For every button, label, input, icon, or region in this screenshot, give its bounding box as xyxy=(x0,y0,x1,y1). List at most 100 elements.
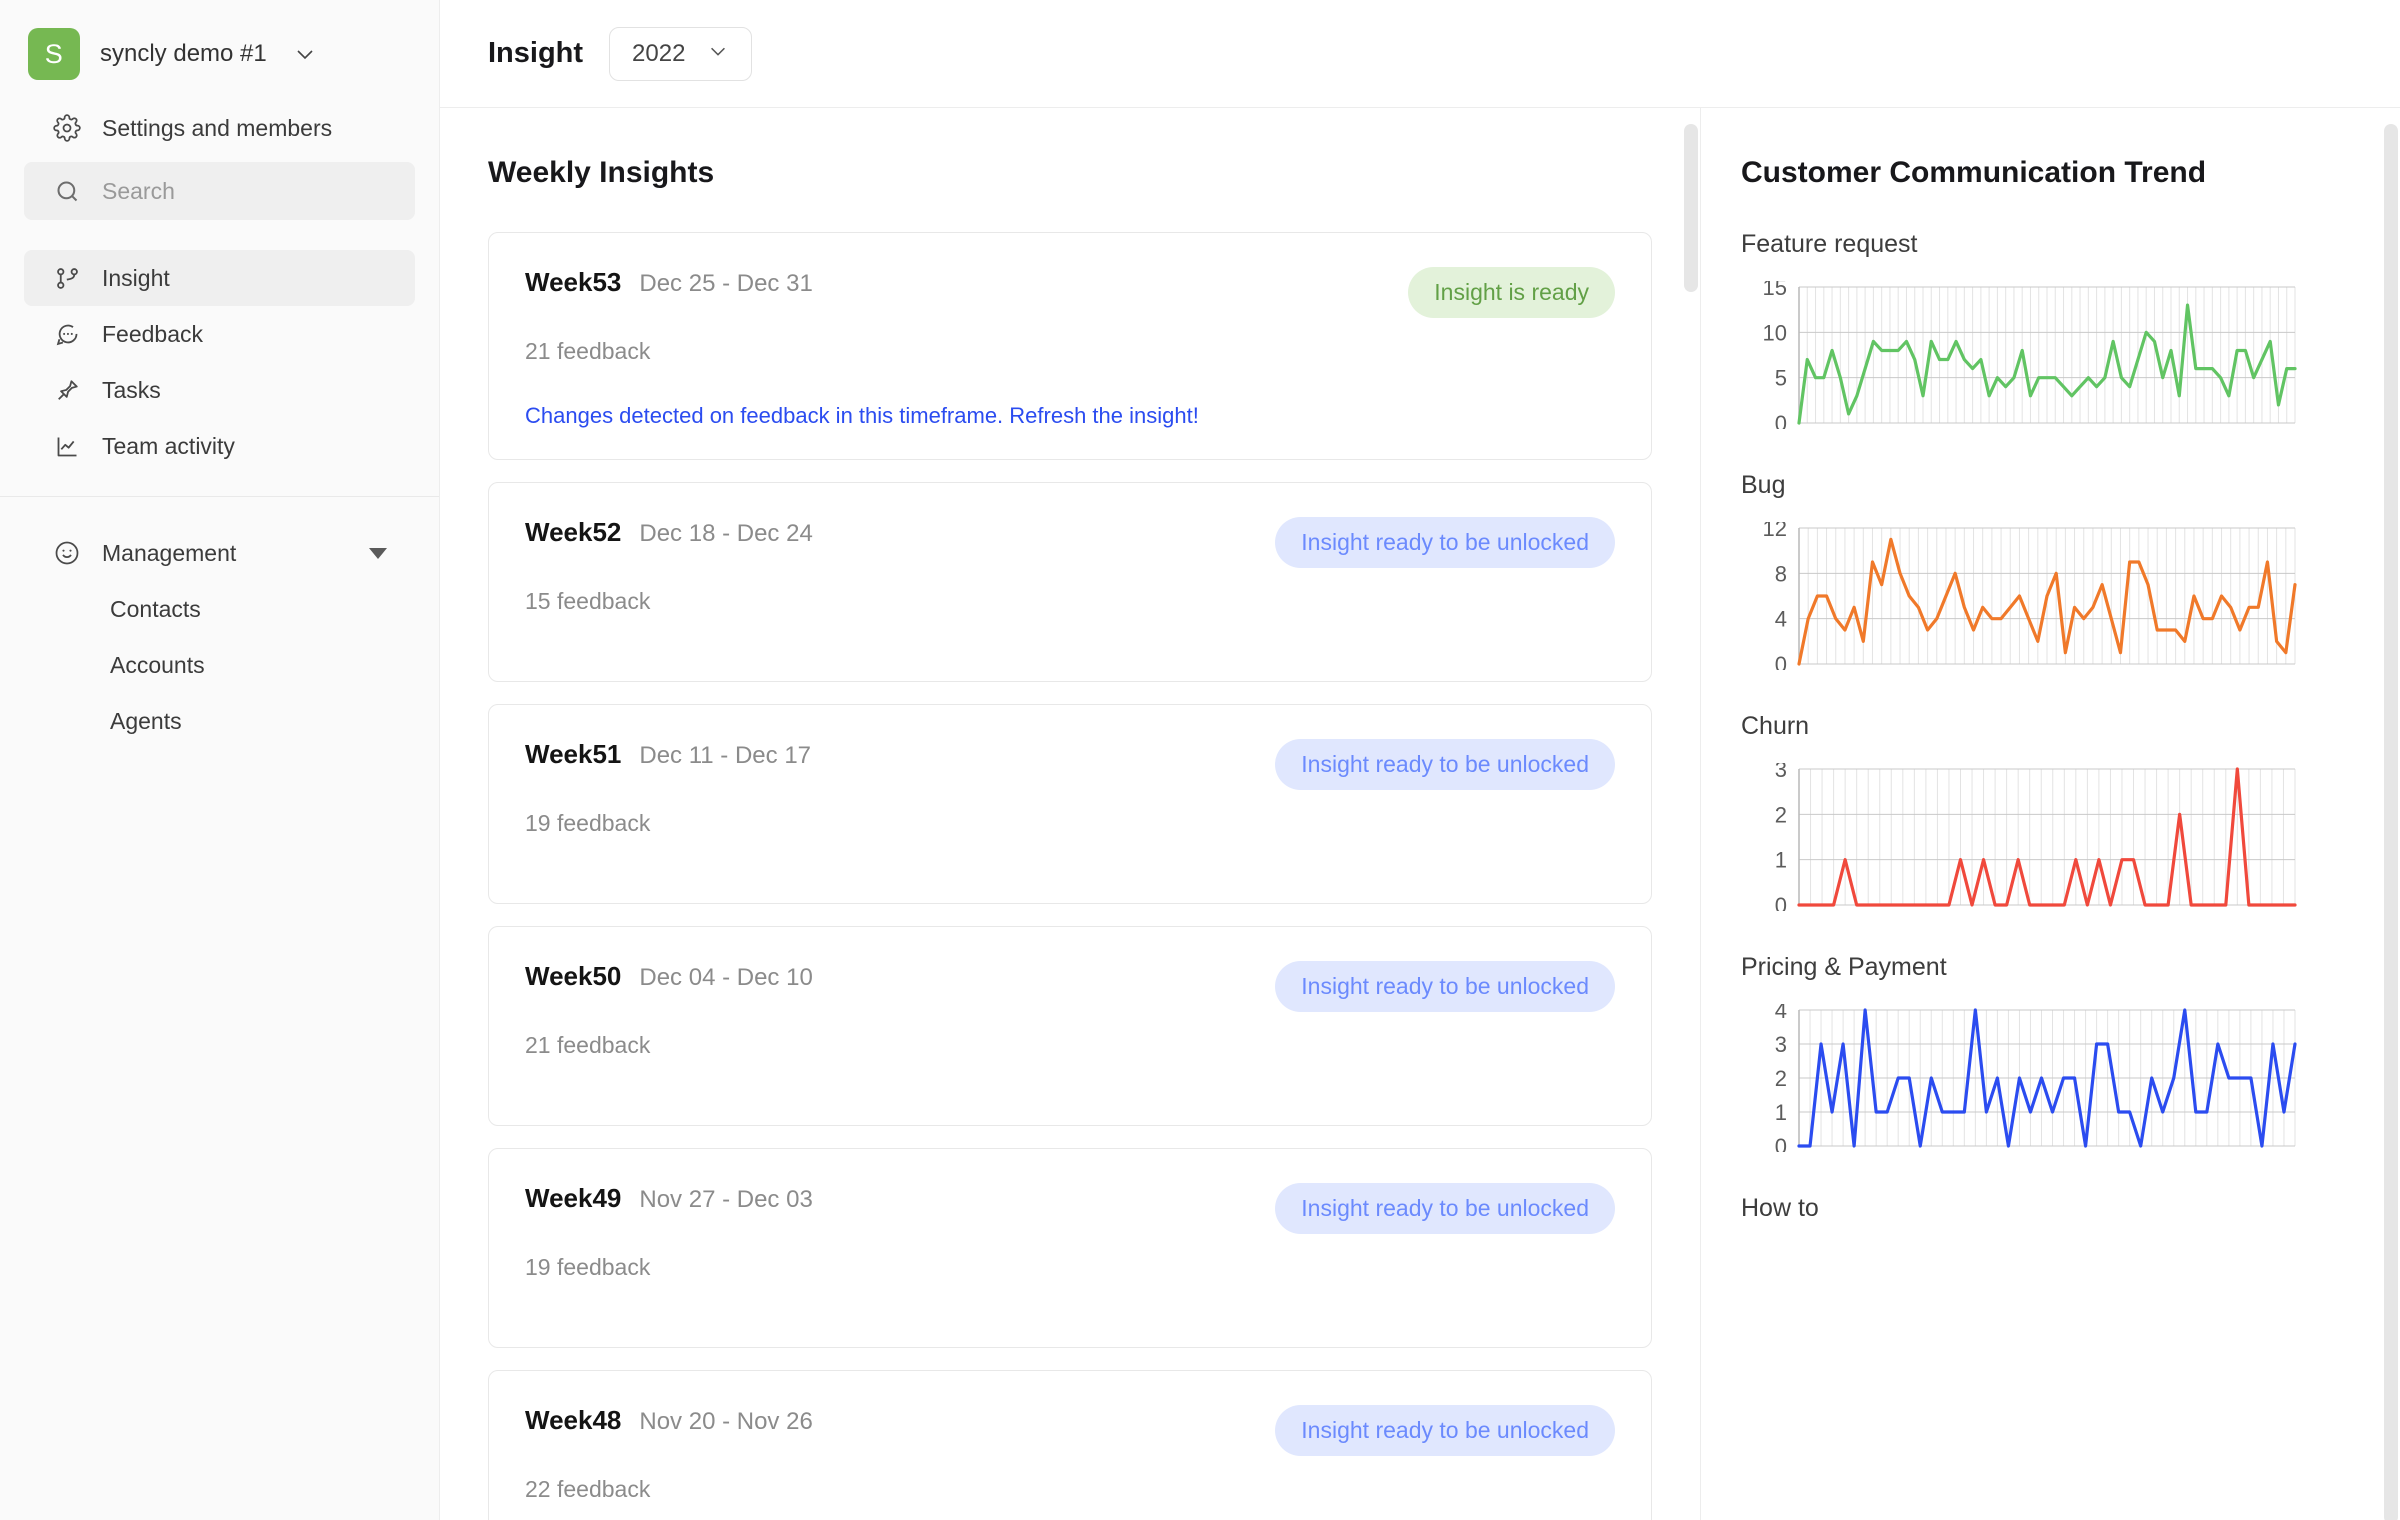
week-number: Week50 xyxy=(525,961,622,991)
communication-trend-content: Customer Communication Trend Feature req… xyxy=(1701,108,2400,1223)
week-number: Week49 xyxy=(525,1183,622,1213)
week-number: Week52 xyxy=(525,517,622,547)
trend-line-chart: 0 4 8 12 xyxy=(1763,522,2297,670)
status-badge[interactable]: Insight is ready xyxy=(1408,267,1615,318)
trend-scrollbar-track[interactable] xyxy=(2382,108,2400,1520)
workspace-name: syncly demo #1 xyxy=(100,40,267,67)
trend-scrollbar-thumb[interactable] xyxy=(2384,124,2398,1520)
sidebar-item-insight[interactable]: Insight xyxy=(24,250,415,306)
trend-line-chart: 0 5 10 15 xyxy=(1763,281,2297,429)
trend-title: Customer Communication Trend xyxy=(1741,156,2207,189)
sidebar-item-team-activity[interactable]: Team activity xyxy=(24,418,415,474)
sidebar-item-tasks[interactable]: Tasks xyxy=(24,362,415,418)
chart-block: Pricing & Payment 0 1 2 3 4 xyxy=(1741,953,2358,1152)
sidebar-item-accounts[interactable]: Accounts xyxy=(24,637,415,693)
week-date-range: Dec 11 - Dec 17 xyxy=(639,742,812,769)
workspace-switcher[interactable]: S syncly demo #1 xyxy=(0,0,439,100)
y-axis-tick-label: 12 xyxy=(1763,522,1787,541)
feedback-count: 21 feedback xyxy=(525,338,651,364)
y-axis-tick-label: 15 xyxy=(1763,281,1787,300)
y-axis-tick-label: 0 xyxy=(1775,1134,1787,1152)
sidebar-item-settings-and-members[interactable]: Settings and members xyxy=(24,100,415,156)
week-card[interactable]: Week49 Nov 27 - Dec 03 Insight ready to be… xyxy=(488,1148,1652,1348)
status-badge[interactable]: Insight ready to be unlocked xyxy=(1275,1405,1615,1456)
sidebar-item-contacts[interactable]: Contacts xyxy=(24,581,415,637)
chevron-down-icon xyxy=(707,40,729,67)
pin-icon xyxy=(52,375,82,405)
chart-series-line xyxy=(1797,767,2297,907)
weekly-scrollbar-track[interactable] xyxy=(1682,108,1700,1520)
trend-line-chart: 0 1 2 3 4 xyxy=(1775,1004,2297,1152)
status-badge[interactable]: Insight ready to be unlocked xyxy=(1275,1183,1615,1234)
year-select[interactable]: 2022 xyxy=(609,26,753,81)
branch-icon xyxy=(52,263,82,293)
y-axis-tick-label: 1 xyxy=(1775,1100,1787,1125)
feedback-count: 19 feedback xyxy=(525,1254,651,1280)
search-placeholder: Search xyxy=(102,177,175,204)
week-card[interactable]: Week48 Nov 20 - Nov 26 Insight ready to be… xyxy=(488,1370,1652,1520)
sidebar-group-management[interactable]: Management xyxy=(24,525,415,581)
chart-block: Feature request 0 5 10 15 xyxy=(1741,230,2358,429)
sidebar-item-feedback[interactable]: Feedback xyxy=(24,306,415,362)
year-select-value: 2022 xyxy=(632,39,686,67)
weekly-scrollbar-thumb[interactable] xyxy=(1684,124,1698,292)
week-card[interactable]: Week53 Dec 25 - Dec 31 Insight is ready 21 … xyxy=(488,232,1652,460)
chevron-down-icon xyxy=(293,42,317,66)
week-number: Week48 xyxy=(525,1405,622,1435)
chart-label-how-to: How to xyxy=(1741,1194,1819,1222)
y-axis-tick-label: 4 xyxy=(1775,607,1787,632)
feedback-count: 15 feedback xyxy=(525,588,651,614)
app-root: S syncly demo #1 Settings and members Se… xyxy=(0,0,2400,1520)
weekly-insights-panel: Weekly Insights Week53 Dec 25 - Dec 31 Ins… xyxy=(440,108,1700,1520)
smiley-face-icon xyxy=(52,538,82,568)
week-number: Week51 xyxy=(525,739,622,769)
search-input[interactable]: Search xyxy=(24,162,415,220)
y-axis-tick-label: 3 xyxy=(1775,1032,1787,1057)
status-badge[interactable]: Insight ready to be unlocked xyxy=(1275,517,1615,568)
y-axis-tick-label: 2 xyxy=(1775,802,1787,827)
y-axis-tick-label: 0 xyxy=(1775,893,1787,911)
y-axis-tick-label: 1 xyxy=(1775,848,1787,873)
sidebar-item-label: Settings and members xyxy=(102,114,333,141)
sidebar-item-agents[interactable]: Agents xyxy=(24,693,415,749)
main-area: Insight 2022 Weekly Insights Week53 Dec 2… xyxy=(440,0,2400,1520)
y-axis-tick-label: 4 xyxy=(1775,1004,1787,1023)
refresh-insight-link[interactable]: Changes detected on feedback in this tim… xyxy=(525,403,1615,429)
week-card[interactable]: Week51 Dec 11 - Dec 17 Insight ready to be… xyxy=(488,704,1652,904)
chart-title: Bug xyxy=(1741,471,1786,499)
week-date-range: Dec 18 - Dec 24 xyxy=(639,520,813,547)
chart-block: Churn 0 1 2 3 xyxy=(1741,712,2358,911)
chart-container: Feature request 0 5 10 15 Bug 0 4 8 12 Churn 0 1 2 3 Pr… xyxy=(1741,230,2358,1152)
chart-title: Pricing & Payment xyxy=(1741,953,1947,981)
sidebar-item-label: Team activity xyxy=(102,432,235,459)
y-axis-tick-label: 3 xyxy=(1775,763,1787,782)
week-card[interactable]: Week50 Dec 04 - Dec 10 Insight ready to be… xyxy=(488,926,1652,1126)
feedback-count: 19 feedback xyxy=(525,810,651,836)
week-date-range: Dec 04 - Dec 10 xyxy=(639,964,813,991)
y-axis-tick-label: 2 xyxy=(1775,1066,1787,1091)
week-card[interactable]: Week52 Dec 18 - Dec 24 Insight ready to be… xyxy=(488,482,1652,682)
chat-bubble-icon xyxy=(52,319,82,349)
section-title: Weekly Insights xyxy=(488,156,715,189)
gear-icon xyxy=(52,113,82,143)
content-body: Weekly Insights Week53 Dec 25 - Dec 31 Ins… xyxy=(440,108,2400,1520)
feedback-count: 22 feedback xyxy=(525,1476,651,1502)
status-badge[interactable]: Insight ready to be unlocked xyxy=(1275,739,1615,790)
y-axis-tick-label: 10 xyxy=(1763,320,1787,345)
sidebar-item-label: Feedback xyxy=(102,320,204,347)
sidebar-divider xyxy=(0,496,439,497)
workspace-avatar: S xyxy=(28,28,80,80)
y-axis-tick-label: 0 xyxy=(1775,652,1787,670)
page-title: Insight xyxy=(488,37,584,69)
chart-title: Churn xyxy=(1741,712,1810,740)
y-axis-tick-label: 5 xyxy=(1775,366,1787,391)
sidebar-item-label: Tasks xyxy=(102,376,161,403)
week-date-range: Dec 25 - Dec 31 xyxy=(639,270,813,297)
sidebar-group-label: Management xyxy=(102,539,237,566)
weekly-insights-list: Weekly Insights Week53 Dec 25 - Dec 31 Ins… xyxy=(440,108,1700,1520)
line-chart-icon xyxy=(52,431,82,461)
sidebar: S syncly demo #1 Settings and members Se… xyxy=(0,0,440,1520)
communication-trend-panel: Customer Communication Trend Feature req… xyxy=(1700,108,2400,1520)
status-badge[interactable]: Insight ready to be unlocked xyxy=(1275,961,1615,1012)
